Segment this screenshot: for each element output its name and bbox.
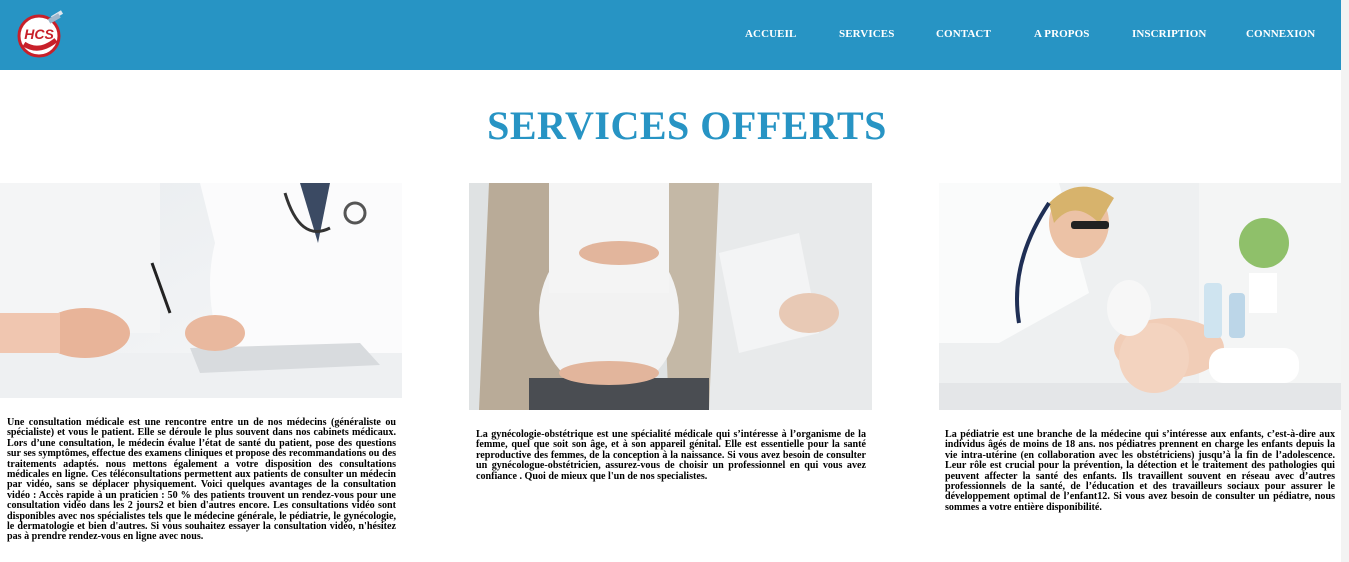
nav-contact[interactable]: CONTACT bbox=[936, 28, 991, 40]
pregnancy-photo bbox=[469, 183, 872, 410]
consultation-description: Une consultation médicale est une rencon… bbox=[7, 417, 396, 543]
svg-text:HCS: HCS bbox=[24, 26, 54, 42]
page-title: SERVICES OFFERTS bbox=[487, 103, 887, 148]
gynecology-description: La gynécologie-obstétrique est une spéci… bbox=[476, 429, 866, 482]
nav-inscription[interactable]: INSCRIPTION bbox=[1132, 28, 1206, 40]
nav-connexion[interactable]: CONNEXION bbox=[1246, 28, 1315, 40]
nav-accueil[interactable]: ACCUEIL bbox=[745, 28, 796, 40]
consultation-photo bbox=[0, 183, 402, 398]
page-edge bbox=[1341, 0, 1349, 562]
hcs-logo[interactable]: HCS bbox=[12, 10, 68, 60]
nav-a-propos[interactable]: A PROPOS bbox=[1034, 28, 1090, 40]
pediatrics-description: La pédiatrie est une branche de la médec… bbox=[945, 429, 1335, 513]
top-navbar: HCS ACCUEIL SERVICES CONTACT A PROPOS IN… bbox=[0, 0, 1341, 70]
nav-services[interactable]: SERVICES bbox=[839, 28, 894, 40]
pediatrics-photo bbox=[939, 183, 1341, 410]
